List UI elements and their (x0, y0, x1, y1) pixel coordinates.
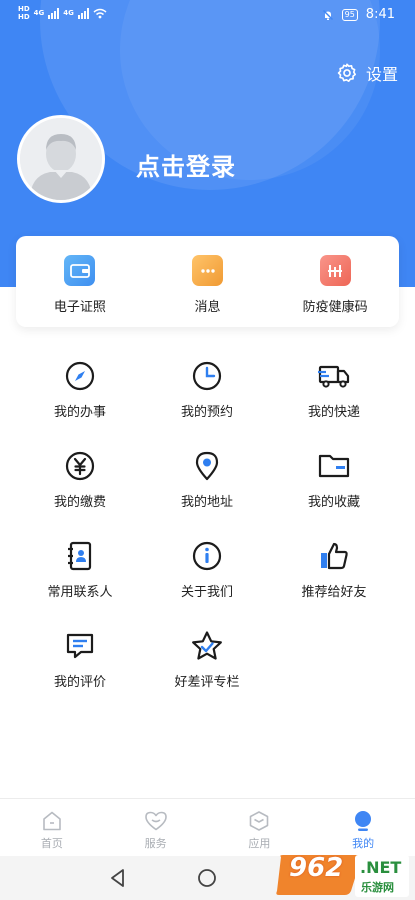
menu-item-rating-column[interactable]: 好差评专栏 (147, 630, 267, 690)
settings-button[interactable]: 设置 (336, 61, 398, 85)
hd-tag: HD (18, 5, 30, 13)
contacts-icon (68, 541, 92, 571)
home-icon (43, 811, 61, 831)
truck-icon (318, 365, 350, 388)
tab-label: 我的 (352, 837, 375, 850)
network-label: 4G (63, 9, 74, 17)
quick-item-health-code[interactable]: 防疫健康码 (271, 236, 399, 327)
clock-icon (192, 361, 222, 391)
user-silhouette-icon (20, 118, 102, 200)
menu-item-label: 我的办事 (53, 405, 106, 420)
login-link[interactable]: 点击登录 (136, 147, 236, 182)
mute-bell-icon (322, 9, 333, 20)
avatar[interactable] (17, 115, 105, 203)
quick-item-label: 防疫健康码 (302, 300, 368, 315)
home-circle-icon[interactable] (197, 868, 217, 888)
quick-access-card: 电子证照 消息 防疫健康码 (16, 236, 399, 327)
tab-label: 应用 (248, 837, 271, 850)
tab-apps[interactable]: 应用 (208, 799, 312, 856)
menu-item-label: 常用联系人 (47, 585, 113, 600)
cube-icon (250, 811, 269, 831)
quick-item-messages[interactable]: 消息 (144, 236, 272, 327)
menu-item-my-appointments[interactable]: 我的预约 (147, 360, 267, 420)
watermark-site-name: 乐游网 (361, 881, 394, 894)
bottom-tab-bar: 首页 服务 应用 我的 (0, 798, 415, 856)
tab-home[interactable]: 首页 (0, 799, 104, 856)
yuan-icon (65, 451, 95, 481)
profile-icon (355, 811, 372, 831)
tab-label: 服务 (144, 837, 167, 850)
clock-time: 8:41 (365, 7, 395, 22)
watermark-domain: .NET (360, 858, 402, 877)
menu-item-label: 好差评专栏 (174, 675, 240, 690)
menu-item-my-reviews[interactable]: 我的评价 (20, 630, 140, 690)
health-code-icon (319, 255, 351, 286)
location-icon (195, 451, 219, 481)
menu-item-about-us[interactable]: 关于我们 (147, 540, 267, 600)
menu-item-label: 我的预约 (180, 405, 233, 420)
quick-item-ecert[interactable]: 电子证照 (16, 236, 144, 327)
tab-profile[interactable]: 我的 (311, 799, 415, 856)
menu-item-my-favorites[interactable]: 我的收藏 (274, 450, 394, 510)
quick-item-label: 消息 (194, 300, 221, 315)
menu-item-my-payments[interactable]: 我的缴费 (20, 450, 140, 510)
status-right: 95 8:41 (322, 7, 395, 22)
thumbs-up-icon (321, 542, 348, 570)
message-icon (192, 255, 223, 286)
wallet-icon (64, 255, 96, 286)
battery-indicator: 95 (341, 8, 358, 21)
comment-icon (66, 633, 94, 659)
signal-icon (48, 7, 60, 19)
watermark-logo: 962 .NET 乐游网 (275, 853, 409, 897)
menu-item-my-delivery[interactable]: 我的快递 (274, 360, 394, 420)
signal-icon (77, 7, 89, 19)
quick-item-label: 电子证照 (53, 300, 106, 315)
hd-tag: HD (18, 13, 30, 21)
menu-item-label: 我的缴费 (53, 495, 106, 510)
menu-item-label: 我的收藏 (307, 495, 360, 510)
watermark-number: 962 (289, 853, 344, 883)
wifi-icon (93, 8, 107, 18)
menu-item-label: 我的评价 (53, 675, 106, 690)
tab-services[interactable]: 服务 (104, 799, 208, 856)
menu-item-recommend[interactable]: 推荐给好友 (274, 540, 394, 600)
menu-item-label: 关于我们 (180, 585, 233, 600)
menu-item-label: 我的快递 (307, 405, 360, 420)
menu-item-contacts[interactable]: 常用联系人 (20, 540, 140, 600)
info-icon (192, 541, 222, 571)
settings-label: 设置 (365, 65, 398, 84)
back-icon[interactable] (108, 867, 128, 889)
heart-icon (144, 811, 167, 831)
network-label: 4G (33, 9, 45, 17)
compass-icon (65, 361, 95, 391)
status-left: HD HD 4G 4G (18, 5, 107, 21)
tab-label: 首页 (40, 837, 63, 850)
status-bar: HD HD 4G 4G 95 8:41 (0, 0, 415, 34)
menu-item-label: 我的地址 (180, 495, 233, 510)
menu-item-label: 推荐给好友 (301, 585, 367, 600)
menu-item-my-tasks[interactable]: 我的办事 (20, 360, 140, 420)
folder-icon (318, 454, 350, 478)
menu-item-my-address[interactable]: 我的地址 (147, 450, 267, 510)
star-icon (192, 631, 222, 660)
gear-icon (337, 63, 356, 82)
